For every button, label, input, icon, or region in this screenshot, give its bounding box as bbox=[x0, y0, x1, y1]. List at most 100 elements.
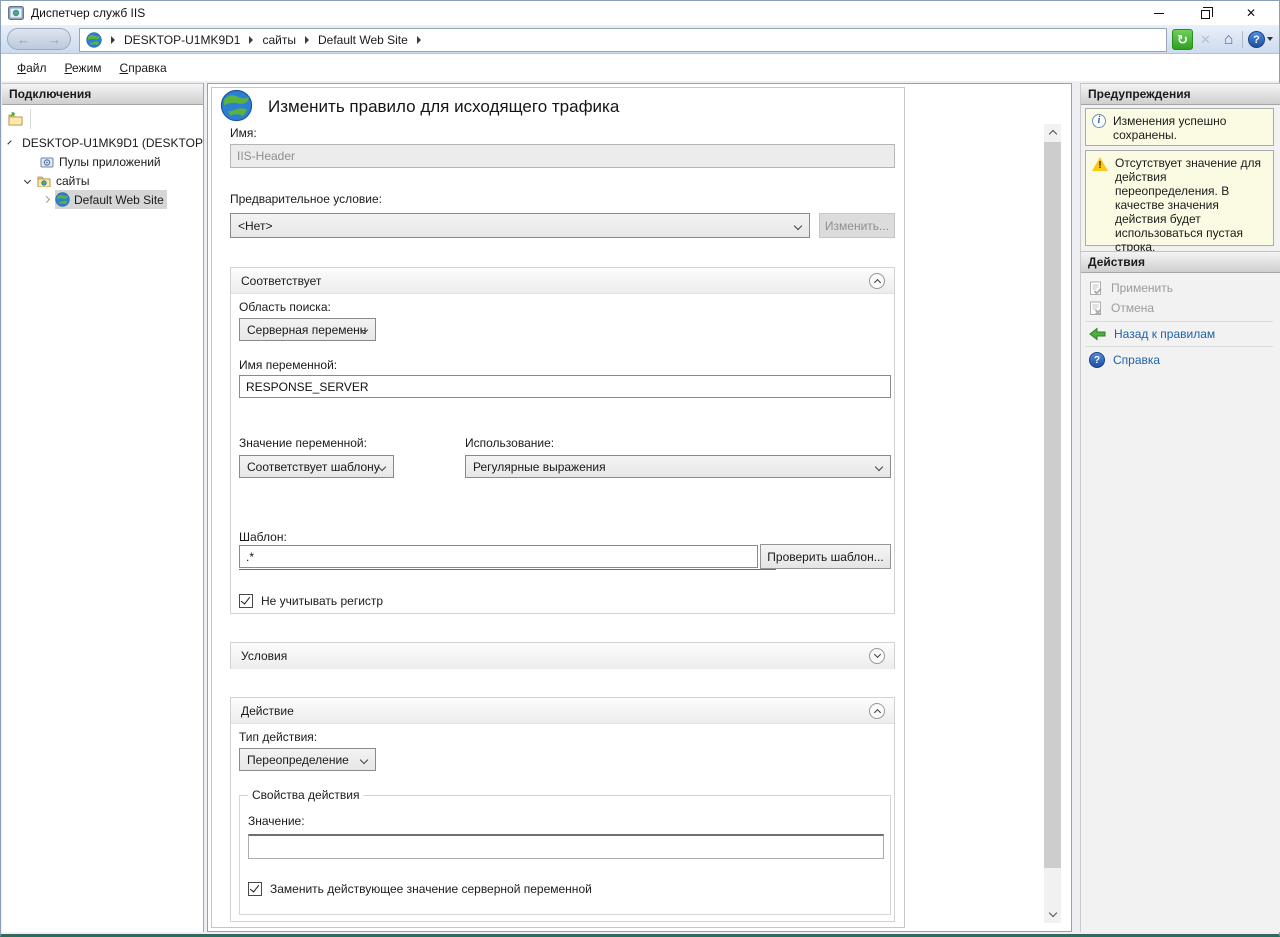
precondition-select[interactable]: <Нет> bbox=[230, 213, 810, 238]
action-section: Действие Тип действия: Переопределение С… bbox=[230, 697, 895, 922]
close-button[interactable]: ✕ bbox=[1228, 1, 1274, 25]
connections-header: Подключения bbox=[2, 83, 203, 105]
back-to-rules-link[interactable]: Назад к правилам bbox=[1089, 325, 1215, 343]
cancel-button[interactable]: Отмена bbox=[1089, 299, 1154, 317]
breadcrumb-arrow-icon[interactable] bbox=[417, 36, 421, 44]
titlebar: Диспетчер служб IIS ✕ bbox=[1, 1, 1279, 25]
connections-toolbar bbox=[2, 105, 203, 133]
help-icon[interactable]: ? bbox=[1246, 29, 1267, 50]
action-type-select[interactable]: Переопределение bbox=[239, 748, 376, 771]
collapse-section-button[interactable] bbox=[869, 703, 885, 719]
chevron-expanded-icon[interactable] bbox=[7, 140, 11, 144]
help-dropdown-caret-icon[interactable] bbox=[1267, 37, 1273, 41]
tree-item-app-pools[interactable]: Пулы приложений bbox=[2, 152, 203, 171]
pattern-field[interactable] bbox=[239, 545, 758, 568]
vertical-scrollbar[interactable] bbox=[1044, 124, 1061, 923]
variable-name-field[interactable] bbox=[239, 375, 891, 398]
value-label: Значение: bbox=[248, 814, 305, 828]
back-arrow-icon bbox=[1089, 327, 1106, 341]
expand-section-button[interactable] bbox=[869, 648, 885, 664]
breadcrumb-item-site[interactable]: Default Web Site bbox=[318, 33, 408, 47]
menu-mode[interactable]: Режим bbox=[65, 61, 102, 75]
pattern-label: Шаблон: bbox=[239, 530, 287, 544]
checkmark-icon bbox=[241, 594, 250, 604]
actions-header: Действия bbox=[1081, 251, 1280, 273]
name-field[interactable] bbox=[230, 144, 895, 168]
tree-item-sites[interactable]: сайты bbox=[2, 171, 203, 190]
ignore-case-checkbox[interactable] bbox=[239, 594, 253, 608]
tree-item-default-web-site[interactable]: Default Web Site bbox=[2, 190, 203, 209]
scroll-up-button[interactable] bbox=[1044, 124, 1061, 141]
tree-label: Пулы приложений bbox=[59, 155, 161, 169]
back-nav-icon[interactable]: ← bbox=[17, 33, 30, 46]
disconnect-icon[interactable]: ✕ bbox=[1195, 29, 1216, 50]
tree-item-server[interactable]: DESKTOP-U1MK9D1 (DESKTOP bbox=[2, 133, 203, 152]
test-pattern-button[interactable]: Проверить шаблон... bbox=[760, 544, 891, 569]
page-title: Изменить правило для исходящего трафика bbox=[268, 97, 619, 117]
toolbar-divider bbox=[30, 109, 31, 129]
action-section-header[interactable]: Действие bbox=[231, 698, 894, 724]
scope-select[interactable]: Серверная переменн bbox=[239, 318, 376, 341]
tree-label: DESKTOP-U1MK9D1 (DESKTOP bbox=[22, 136, 203, 150]
operator-label: Значение переменной: bbox=[239, 436, 367, 450]
chevron-collapsed-icon[interactable] bbox=[43, 196, 50, 203]
info-icon: i bbox=[1092, 114, 1106, 128]
checkmark-icon bbox=[250, 882, 259, 892]
breadcrumb-arrow-icon[interactable] bbox=[111, 36, 115, 44]
sites-folder-icon bbox=[37, 175, 51, 187]
breadcrumb-item-sites[interactable]: сайты bbox=[262, 33, 296, 47]
restore-button[interactable] bbox=[1182, 1, 1228, 25]
page-globe-icon bbox=[220, 89, 253, 122]
help-link[interactable]: ? Справка bbox=[1089, 351, 1160, 369]
action-properties-legend: Свойства действия bbox=[248, 788, 363, 802]
operator-select[interactable]: Соответствует шаблону bbox=[239, 455, 394, 478]
actions-pane: Предупреждения i Изменения успешно сохра… bbox=[1080, 83, 1280, 932]
action-value-field[interactable] bbox=[248, 834, 884, 859]
help-question-icon: ? bbox=[1089, 352, 1105, 368]
warning-alert-text: Отсутствует значение для действия переоп… bbox=[1115, 156, 1268, 240]
action-type-label: Тип действия: bbox=[239, 730, 317, 744]
forward-nav-icon[interactable]: → bbox=[48, 33, 61, 46]
feature-page: Изменить правило для исходящего трафика … bbox=[207, 83, 1072, 932]
conditions-section: Условия bbox=[230, 642, 895, 669]
toolbar-divider bbox=[1242, 31, 1243, 48]
cancel-icon bbox=[1089, 301, 1103, 316]
apply-button[interactable]: Применить bbox=[1089, 279, 1173, 297]
menu-file[interactable]: Файл bbox=[17, 61, 47, 75]
chevron-expanded-icon[interactable] bbox=[24, 177, 31, 184]
info-alert-text: Изменения успешно сохранены. bbox=[1113, 114, 1268, 140]
action-properties-group: Свойства действия Значение: Заменить дей… bbox=[239, 795, 891, 915]
name-label: Имя: bbox=[230, 126, 257, 140]
scrollbar-thumb[interactable] bbox=[1044, 142, 1061, 868]
menu-help[interactable]: Справка bbox=[120, 61, 167, 75]
using-select[interactable]: Регулярные выражения bbox=[465, 455, 891, 478]
info-alert: i Изменения успешно сохранены. bbox=[1085, 108, 1274, 146]
breadcrumb-arrow-icon[interactable] bbox=[249, 36, 253, 44]
site-globe-icon bbox=[86, 32, 102, 48]
ignore-case-label: Не учитывать регистр bbox=[261, 594, 383, 608]
save-connection-button[interactable] bbox=[6, 110, 26, 128]
replace-value-checkbox[interactable] bbox=[248, 882, 262, 896]
scroll-down-button[interactable] bbox=[1044, 906, 1061, 923]
home-icon[interactable]: ⌂ bbox=[1218, 29, 1239, 50]
minimize-button[interactable] bbox=[1136, 1, 1182, 25]
scope-label: Область поиска: bbox=[239, 300, 331, 314]
chevron-down-icon bbox=[873, 651, 880, 658]
conditions-section-header[interactable]: Условия bbox=[231, 643, 894, 669]
breadcrumb[interactable]: DESKTOP-U1MK9D1 сайты Default Web Site bbox=[79, 28, 1167, 52]
match-section-header[interactable]: Соответствует bbox=[231, 268, 894, 294]
replace-value-label: Заменить действующее значение серверной … bbox=[270, 882, 592, 896]
warning-alert: ! Отсутствует значение для действия пере… bbox=[1085, 150, 1274, 246]
variable-name-label: Имя переменной: bbox=[239, 358, 337, 372]
pattern-field-underline bbox=[239, 569, 776, 570]
warning-icon: ! bbox=[1092, 157, 1108, 171]
apply-icon bbox=[1089, 281, 1103, 296]
edit-precondition-button[interactable]: Изменить... bbox=[819, 213, 895, 238]
close-icon: ✕ bbox=[1246, 6, 1256, 20]
restart-icon[interactable]: ↻ bbox=[1172, 29, 1193, 50]
collapse-section-button[interactable] bbox=[869, 273, 885, 289]
breadcrumb-item-server[interactable]: DESKTOP-U1MK9D1 bbox=[124, 33, 240, 47]
nav-buttons: ← → bbox=[7, 28, 71, 50]
breadcrumb-arrow-icon[interactable] bbox=[305, 36, 309, 44]
server-icon bbox=[17, 136, 18, 150]
